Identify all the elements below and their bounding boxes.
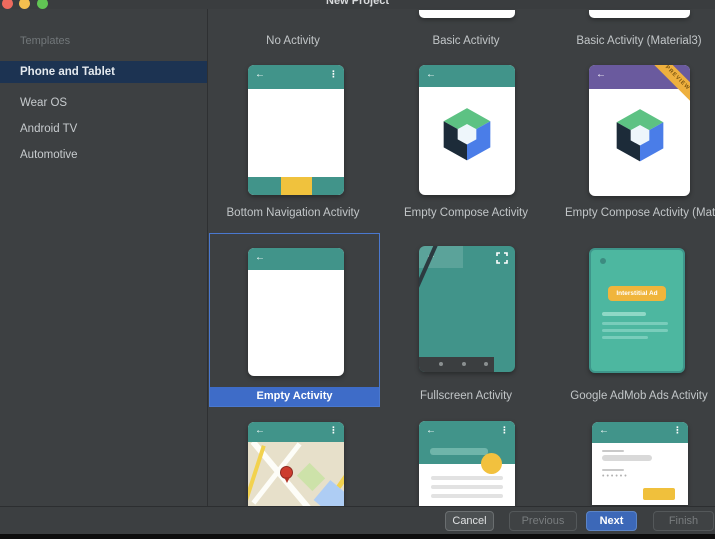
next-button[interactable]: Next (586, 511, 637, 531)
previous-button[interactable]: Previous (509, 511, 577, 531)
selected-template-label[interactable]: Empty Activity (210, 387, 379, 406)
templates-sidebar: Templates Phone and Tablet Wear OS Andro… (0, 9, 207, 506)
new-project-dialog: New Project Templates Phone and Tablet W… (0, 0, 715, 539)
bottom-strip (0, 534, 715, 539)
kebab-menu-icon: ⋮ (673, 425, 682, 436)
back-arrow-icon: ← (426, 69, 436, 80)
template-label-no-activity[interactable]: No Activity (207, 35, 379, 47)
map-pin-icon (280, 466, 293, 479)
template-card-google-maps-activity[interactable]: ← ⋮ (248, 422, 344, 506)
template-card-empty-compose-activity[interactable]: ← (419, 65, 515, 195)
sidebar-item-android-tv[interactable]: Android TV (0, 121, 207, 137)
window-title: New Project (0, 0, 715, 7)
fullscreen-expand-icon (496, 252, 508, 264)
login-button-placeholder (643, 488, 675, 500)
template-label-empty-compose-activity[interactable]: Empty Compose Activity (380, 207, 552, 219)
password-dots: •••••• (602, 473, 629, 480)
kebab-menu-icon: ⋮ (500, 425, 509, 436)
template-card-scrolling-activity[interactable]: ← ⋮ (419, 421, 515, 506)
template-card-empty-activity-selected[interactable]: ← Empty Activity (209, 233, 380, 407)
kebab-menu-icon: ⋮ (329, 425, 338, 436)
template-card-fullscreen-activity[interactable]: ← (419, 246, 515, 372)
template-card-login-activity[interactable]: ← ⋮ •••••• (592, 422, 688, 505)
template-card-google-admob-ads-activity[interactable]: Interstitial Ad (589, 248, 685, 373)
template-label-google-admob-ads-activity[interactable]: Google AdMob Ads Activity (553, 390, 715, 402)
back-arrow-icon: ← (255, 252, 265, 263)
sidebar-header: Templates (20, 35, 70, 47)
back-arrow-icon: ← (596, 69, 606, 80)
titlebar: New Project (0, 0, 715, 9)
sidebar-item-automotive[interactable]: Automotive (0, 147, 207, 163)
template-card-basic-activity[interactable] (419, 10, 515, 18)
jetpack-compose-logo-icon (439, 105, 495, 161)
cancel-button[interactable]: Cancel (445, 511, 494, 531)
template-card-basic-activity-material3[interactable] (589, 10, 690, 18)
back-arrow-icon: ← (255, 69, 265, 80)
kebab-menu-icon: ⋮ (329, 69, 338, 80)
dialog-footer: Cancel Previous Next Finish (0, 506, 715, 535)
template-label-basic-activity[interactable]: Basic Activity (380, 35, 552, 47)
template-card-empty-compose-activity-material3[interactable]: ← PREVIEW (589, 65, 690, 196)
back-arrow-icon: ← (599, 425, 609, 436)
sidebar-divider (207, 9, 208, 506)
bottom-nav-bar (248, 177, 344, 195)
template-label-fullscreen-activity[interactable]: Fullscreen Activity (380, 390, 552, 402)
jetpack-compose-logo-icon (612, 106, 668, 162)
template-card-bottom-navigation-activity[interactable]: ← ⋮ (248, 65, 344, 195)
back-arrow-icon: ← (255, 425, 265, 436)
phone-nav-bar (419, 357, 494, 372)
interstitial-ad-pill: Interstitial Ad (608, 286, 666, 301)
sidebar-item-wear-os[interactable]: Wear OS (0, 95, 207, 111)
fab-icon (481, 453, 502, 474)
map-preview (248, 442, 344, 506)
template-label-basic-activity-material3[interactable]: Basic Activity (Material3) (553, 35, 715, 47)
finish-button[interactable]: Finish (653, 511, 714, 531)
template-label-empty-compose-activity-material3[interactable]: Empty Compose Activity (Materi.. (565, 207, 715, 219)
back-arrow-icon: ← (426, 425, 436, 436)
template-label-bottom-navigation-activity[interactable]: Bottom Navigation Activity (207, 207, 379, 219)
sidebar-item-phone-and-tablet[interactable]: Phone and Tablet (0, 61, 207, 83)
